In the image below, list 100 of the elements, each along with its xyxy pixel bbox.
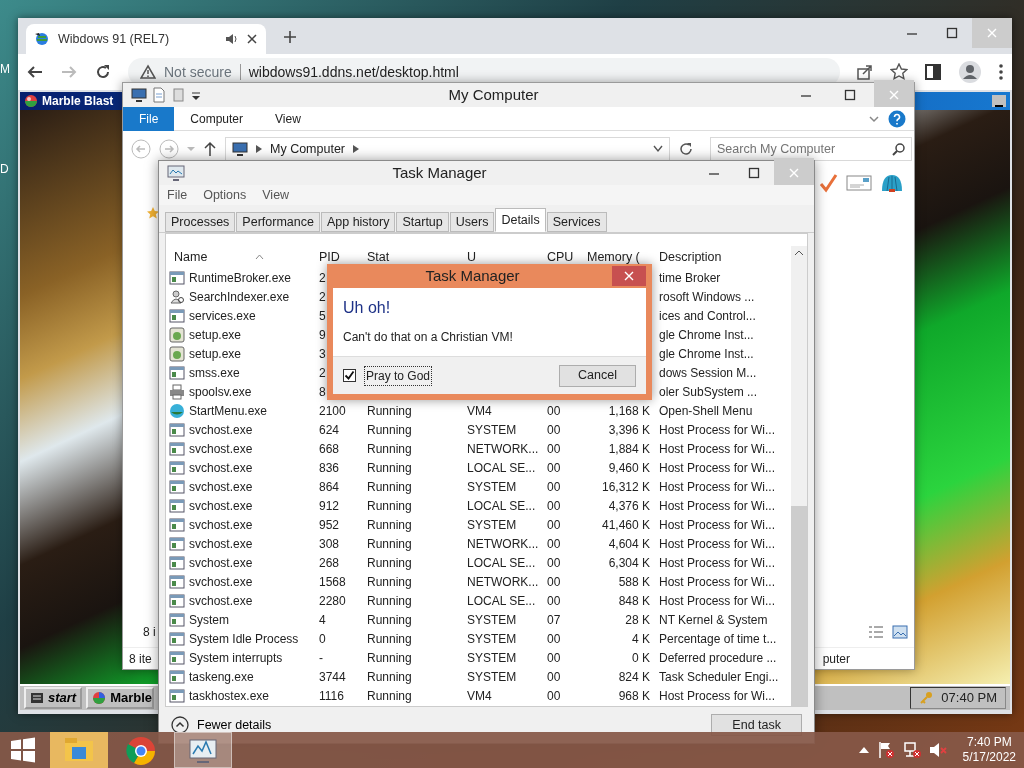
process-name: spoolsv.exe (189, 383, 252, 401)
table-cell: 5 (319, 308, 326, 323)
ribbon-tab[interactable]: File (123, 106, 175, 131)
process-icon (169, 535, 185, 552)
check-mark-icon (344, 370, 355, 381)
table-cell: Host Process for Wi... (659, 593, 776, 608)
table-cell: 2 (319, 270, 326, 285)
process-name: System (189, 611, 229, 629)
computer-icon (232, 141, 248, 157)
window-title: Marble Blast (42, 93, 114, 110)
taskbar-app-button[interactable] (174, 732, 232, 768)
table-cell: 624 (319, 422, 340, 437)
star-icon[interactable] (890, 63, 908, 81)
chevron-right-icon[interactable] (353, 145, 360, 153)
maximize-icon[interactable] (843, 88, 857, 102)
refresh-icon[interactable] (678, 141, 694, 157)
ribbon-tab[interactable]: View (259, 106, 317, 131)
item-count-text: 8 i (143, 624, 157, 641)
check-mark-icon[interactable] (818, 173, 838, 193)
checkbox[interactable] (343, 369, 356, 382)
minimize-button[interactable] (992, 95, 1006, 107)
table-cell: 2280 (319, 593, 346, 608)
search-field[interactable]: Search My Computer (710, 137, 912, 161)
tab[interactable]: Services (546, 212, 607, 232)
reload-icon[interactable] (94, 63, 112, 81)
column-header[interactable]: Description (656, 247, 791, 267)
table-cell: 864 (319, 479, 340, 494)
maximize-icon[interactable] (747, 166, 761, 180)
tab[interactable]: Details (495, 208, 546, 232)
table-cell: 836 (319, 460, 340, 475)
table-cell: Running (367, 479, 412, 494)
process-name: StartMenu.exe (189, 402, 268, 420)
sort-caret-icon[interactable] (255, 254, 265, 260)
window-title: My Computer (447, 84, 540, 105)
close-icon[interactable] (622, 269, 636, 283)
column-header[interactable]: Stat (364, 247, 464, 267)
menu-item[interactable]: File (167, 185, 188, 205)
table-cell: NETWORK... (467, 441, 539, 456)
table-cell: 1,884 K (608, 441, 650, 456)
ball-icon (24, 94, 38, 108)
tab[interactable]: Startup (396, 212, 449, 232)
clock-date[interactable]: 5/17/2022 (962, 750, 1016, 765)
tab[interactable]: App history (320, 212, 396, 232)
share-icon[interactable] (856, 63, 874, 81)
close-icon[interactable] (246, 33, 258, 45)
plus-icon (283, 30, 297, 44)
table-cell: 668 (319, 441, 340, 456)
table-cell: gle Chrome Inst... (659, 346, 754, 361)
table-cell: Running (367, 574, 412, 589)
fewer-details-button[interactable]: Fewer details (171, 715, 272, 735)
checkbox-label[interactable]: Pray to God (364, 365, 433, 386)
browser-logo-icon[interactable] (125, 735, 157, 765)
muted-speaker-icon[interactable] (928, 741, 947, 759)
url-text: wibdows91.ddns.net/desktop.html (248, 62, 459, 82)
thumbnail-view-icon[interactable] (892, 625, 908, 639)
document-icon[interactable] (151, 87, 167, 103)
cancel-button[interactable]: Cancel (559, 364, 636, 387)
up-arrow-icon[interactable] (203, 141, 217, 157)
ribbon-tab[interactable]: Computer (174, 106, 260, 131)
tab[interactable]: Performance (236, 212, 320, 232)
maximize-icon[interactable] (945, 26, 959, 40)
column-header[interactable]: Memory ( (584, 247, 656, 267)
table-cell: Running (367, 593, 412, 608)
column-header[interactable]: PID (316, 247, 364, 267)
column-header[interactable]: U (464, 247, 544, 267)
tab[interactable]: Processes (165, 212, 236, 232)
profile-icon[interactable] (958, 60, 982, 84)
table-cell: - (319, 650, 323, 665)
table-cell: Host Process for Wi... (659, 460, 776, 475)
column-header[interactable]: Name (174, 247, 208, 267)
process-name: taskhostex.exe (189, 687, 270, 705)
table-cell: 268 (319, 555, 340, 570)
taskbar-button[interactable]: Marble (86, 687, 155, 709)
network-icon[interactable] (902, 741, 921, 759)
start-button[interactable]: start (24, 687, 83, 709)
menu-item[interactable]: Options (203, 185, 247, 205)
menu-icon[interactable] (998, 63, 1004, 81)
card-icon[interactable] (846, 174, 872, 192)
browser-tab[interactable]: Wibdows 91 (REL7) (26, 24, 266, 54)
table-cell: 00 (547, 422, 561, 437)
table-cell: 2100 (319, 403, 346, 418)
scrollbar[interactable] (791, 246, 807, 706)
chevron-right-icon[interactable] (256, 145, 262, 153)
close-button[interactable] (612, 266, 646, 286)
menu-item[interactable]: View (262, 185, 290, 205)
details-view-icon[interactable] (868, 625, 884, 639)
table-cell: 00 (547, 631, 561, 646)
process-icon (169, 383, 185, 400)
table-cell: 00 (547, 498, 561, 513)
address-field[interactable]: My Computer (225, 137, 670, 161)
process-icon (169, 687, 185, 704)
show-hidden-icons-icon[interactable] (858, 746, 869, 754)
tab[interactable]: Users (449, 212, 495, 232)
table-cell: 6,304 K (608, 555, 650, 570)
column-header[interactable]: CPU (544, 247, 584, 267)
help-icon[interactable] (888, 109, 906, 128)
clock-time[interactable]: 7:40 PM (962, 735, 1016, 750)
table-cell: Task Scheduler Engi... (659, 669, 779, 684)
sidebar-icon[interactable] (924, 63, 942, 81)
flag-icon[interactable] (876, 741, 895, 759)
